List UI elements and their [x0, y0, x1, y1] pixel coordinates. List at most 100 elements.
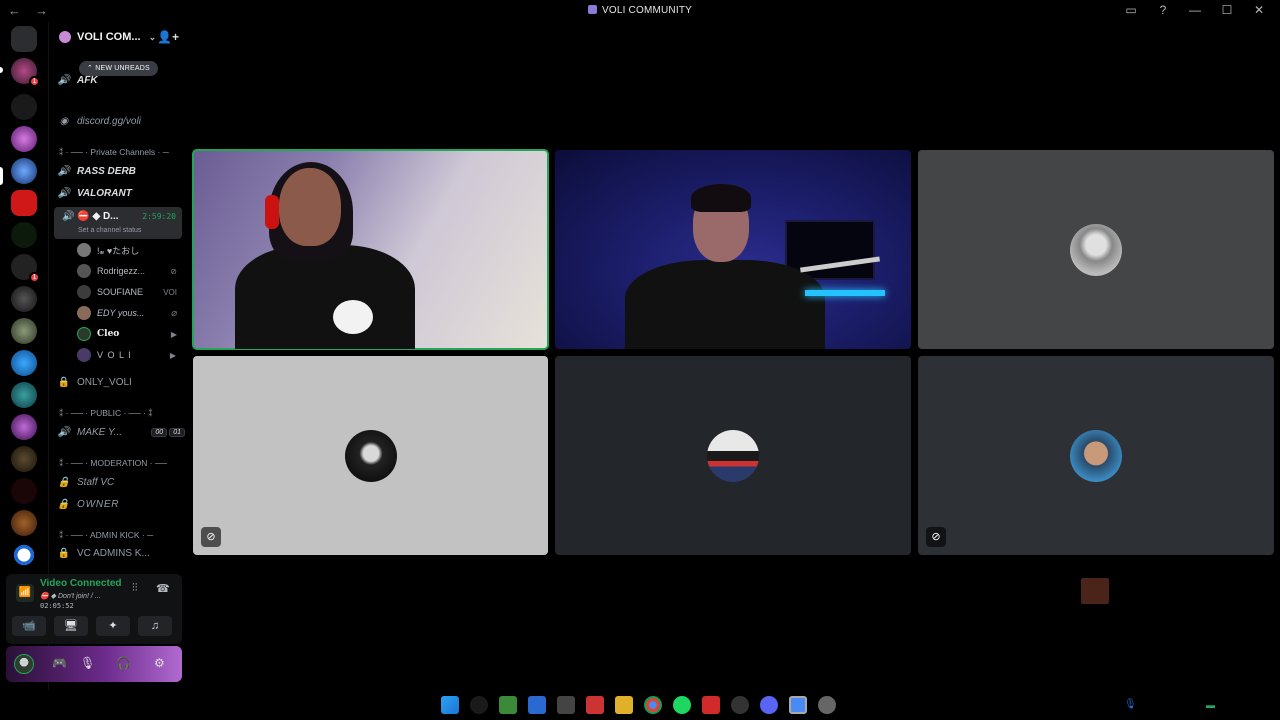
video-tile-camera-2[interactable]	[555, 150, 911, 349]
disconnect-icon[interactable]: ☎	[156, 582, 170, 595]
participant-video	[279, 168, 341, 246]
camera-button[interactable]: 📹	[12, 616, 46, 636]
settings-gear-icon[interactable]: ⚙	[154, 656, 165, 670]
server-icon-8[interactable]	[11, 318, 37, 344]
category-label: PUBLIC	[90, 408, 122, 418]
window-title-text: VOLI COMMUNITY	[601, 5, 693, 16]
video-tile-avatar-6[interactable]: ⊘	[918, 356, 1274, 555]
server-icon-2[interactable]	[11, 94, 37, 120]
server-icon-9[interactable]	[11, 350, 37, 376]
soundboard-button[interactable]: ♫	[138, 616, 172, 636]
channel-afk[interactable]: 🔊 AFK	[57, 71, 185, 89]
channel-make-your-own[interactable]: 🔊 MAKE Y... 00 01	[57, 423, 185, 441]
help-icon[interactable]: ?	[1156, 3, 1170, 17]
mute-mic-icon[interactable]: 🎙	[80, 656, 95, 670]
chrome-icon[interactable]	[644, 696, 662, 714]
avatar[interactable]	[14, 654, 34, 674]
inbox-icon[interactable]: ▭	[1124, 3, 1138, 17]
headset-icon[interactable]: 🎧	[116, 656, 131, 670]
spotify-icon[interactable]	[673, 696, 691, 714]
channel-only-voli[interactable]: 🔒 ONLY_VOLI	[57, 373, 185, 391]
server-icon-5[interactable]	[11, 222, 37, 248]
noise-suppression-icon[interactable]: ⫶⫶	[132, 582, 138, 595]
voice-user[interactable]: V O L I ▶	[77, 346, 177, 364]
channel-owner[interactable]: 🔒 OWNER	[57, 495, 185, 513]
server-icon-bmw[interactable]	[11, 542, 37, 568]
server-icon-12[interactable]	[11, 446, 37, 472]
server-icon-starz[interactable]	[11, 382, 37, 408]
server-icon-4[interactable]	[11, 190, 37, 216]
channel-valorant[interactable]: 🔊 VALORANT	[57, 184, 185, 202]
app-icon[interactable]	[731, 696, 749, 714]
voice-user[interactable]: SOUFIANE VOI	[77, 283, 177, 301]
channel-invite-link[interactable]: ◉ discord.gg/voli	[57, 112, 185, 130]
category-moderation[interactable]: ⁑ · ── · MODERATION · ──	[59, 458, 167, 469]
voice-user-name: SOUFIANE	[97, 287, 144, 297]
settings-gear-icon[interactable]	[818, 696, 836, 714]
server-icon-1[interactable]: 1	[11, 58, 40, 87]
active-voice-channel[interactable]: 🔊 ⛔ ◆ D... 2:59:20 Set a channel status	[54, 207, 182, 239]
voice-user-name: Rodrigezz...	[97, 266, 146, 276]
voice-user[interactable]: Cleo ▶	[77, 325, 177, 343]
user-panel: 🎮 🎙 🎧 ⚙	[6, 646, 182, 682]
start-menu-icon[interactable]	[441, 696, 459, 714]
activities-button[interactable]: ✦	[96, 616, 130, 636]
app-icon[interactable]	[702, 696, 720, 714]
video-tile-avatar-3[interactable]	[918, 150, 1274, 349]
discord-icon[interactable]	[760, 696, 778, 714]
close-button[interactable]: ✕	[1252, 3, 1266, 17]
gamepad-icon[interactable]: 🎮	[52, 656, 67, 670]
microphone-tray-icon[interactable]: 🎙	[1124, 699, 1137, 710]
file-explorer-icon[interactable]	[615, 696, 633, 714]
voice-user[interactable]: !𝓿 ♥たおし	[77, 241, 177, 259]
app-icon[interactable]	[557, 696, 575, 714]
lock-icon: 🔒	[57, 498, 71, 510]
category-label: MODERATION	[90, 458, 148, 468]
lock-icon: 🔒	[57, 476, 71, 488]
video-tile-camera-1[interactable]	[192, 149, 549, 350]
shirt-print	[333, 300, 373, 334]
voice-user[interactable]: EDY yous... ⊘	[77, 304, 177, 322]
app-icon[interactable]	[499, 696, 517, 714]
category-private[interactable]: ⁑ · ── · Private Channels · ─	[59, 147, 169, 158]
server-icon-13[interactable]	[11, 478, 37, 504]
voice-user-name: EDY yous...	[97, 308, 145, 318]
voice-channel-name[interactable]: ⛔ ◆ Don't join! / ...	[40, 592, 101, 600]
muted-mic-icon: ⊘	[926, 527, 946, 547]
voice-user-name: Cleo	[97, 329, 120, 339]
tray-app-icon[interactable]: ▬	[1206, 700, 1215, 710]
discord-home-icon[interactable]	[11, 26, 37, 52]
server-icon-14[interactable]	[11, 510, 37, 536]
server-header[interactable]: VOLI COM... ⌄ 👤+	[49, 22, 187, 52]
server-icon-7[interactable]	[11, 286, 37, 312]
selected-pip	[0, 167, 3, 185]
voice-connection-panel: 📶 Video Connected ⛔ ◆ Don't join! / ... …	[6, 574, 182, 644]
set-channel-status[interactable]: Set a channel status	[78, 227, 141, 234]
channel-label: discord.gg/voli	[77, 115, 141, 127]
category-public[interactable]: ⁑ · ── · PUBLIC · ── · ⁑	[59, 408, 153, 419]
server-icon-6[interactable]: 1	[11, 254, 40, 283]
video-tile-avatar-4[interactable]: ⊘	[193, 356, 548, 555]
server-icon-11[interactable]	[11, 414, 37, 440]
connection-signal-icon[interactable]: 📶	[16, 584, 34, 602]
server-icon-cleo[interactable]	[11, 126, 37, 152]
video-tile-avatar-5[interactable]	[555, 356, 911, 555]
maximize-button[interactable]: ☐	[1220, 3, 1234, 17]
mail-icon[interactable]	[528, 696, 546, 714]
channel-staff-vc[interactable]: 🔒 Staff VC	[57, 473, 185, 491]
server-icon-voli[interactable]	[11, 158, 37, 184]
category-admin-kick[interactable]: ⁑ · ── · ADMIN KICK · ─	[59, 530, 153, 541]
maps-icon[interactable]	[586, 696, 604, 714]
channel-rass-derb[interactable]: 🔊 RASS DERB	[57, 162, 185, 180]
chrome-active-icon[interactable]	[789, 696, 807, 714]
channel-label: VALORANT	[77, 187, 132, 199]
mention-badge: 1	[29, 76, 40, 87]
invite-people-icon[interactable]: 👤+	[157, 30, 179, 44]
search-icon[interactable]	[470, 696, 488, 714]
window-title: VOLI COMMUNITY	[0, 5, 1280, 16]
window-controls: ▭ ? — ☐ ✕	[1124, 3, 1266, 17]
channel-vc-admins[interactable]: 🔒 VC ADMINS K...	[57, 544, 185, 562]
screenshare-button[interactable]: 🖥	[54, 616, 88, 636]
minimize-button[interactable]: —	[1188, 3, 1202, 17]
voice-user[interactable]: Rodrigezz... ⊘	[77, 262, 177, 280]
